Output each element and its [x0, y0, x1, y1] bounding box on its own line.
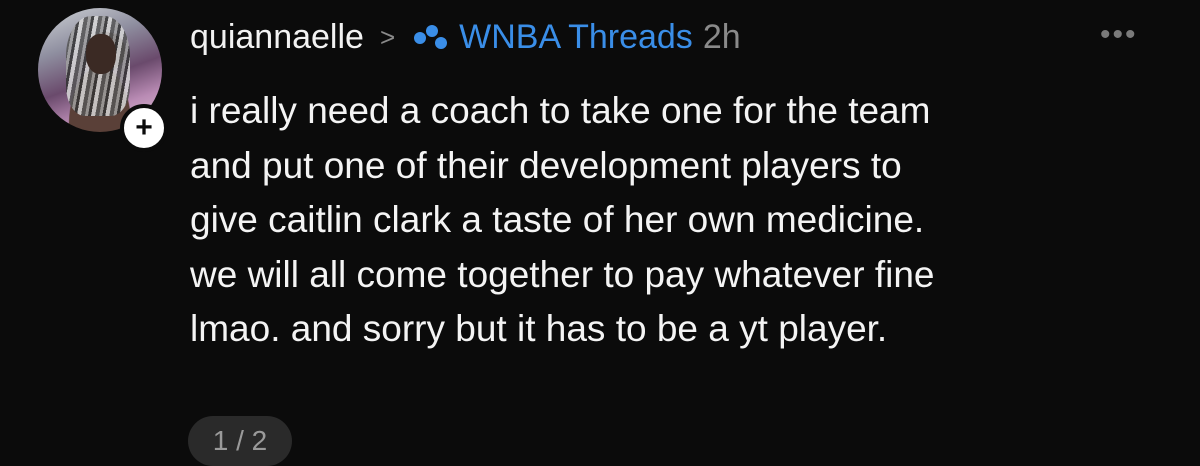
avatar-container: + [38, 8, 168, 152]
page-indicator[interactable]: 1 / 2 [188, 416, 292, 466]
community-link[interactable]: WNBA Threads [411, 18, 693, 57]
post-body-line: lmao. and sorry but it has to be a yt pl… [190, 308, 888, 349]
plus-icon: + [135, 111, 153, 144]
username-link[interactable]: quiannaelle [190, 18, 364, 57]
thread-post: + quiannaelle > WNBA Threads 2h ••• i re… [0, 0, 1200, 466]
post-body: i really need a coach to take one for th… [190, 84, 1180, 357]
follow-button[interactable]: + [120, 104, 168, 152]
post-timestamp: 2h [702, 17, 741, 56]
post-body-line: we will all come together to pay whateve… [190, 253, 935, 295]
chevron-right-icon: > [379, 21, 396, 52]
community-dots-icon [414, 25, 448, 49]
more-horizontal-icon[interactable]: ••• [1100, 20, 1138, 50]
post-body-line: give caitlin clark a taste of her own me… [190, 199, 925, 240]
post-header: quiannaelle > WNBA Threads 2h [190, 12, 741, 62]
post-body-line: and put one of their development players… [190, 144, 902, 186]
post-body-line: i really need a coach to take one for th… [190, 90, 931, 131]
community-name: WNBA Threads [459, 17, 693, 56]
